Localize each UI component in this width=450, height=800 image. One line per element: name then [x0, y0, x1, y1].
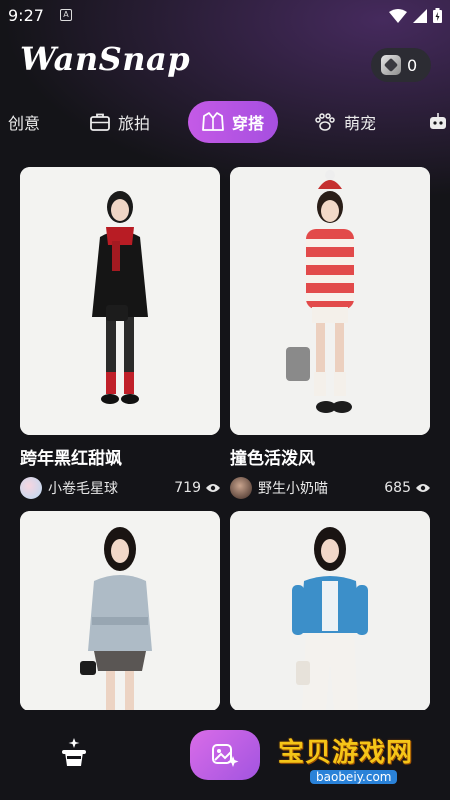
- coin-balance-button[interactable]: 0: [371, 48, 431, 82]
- watermark-text: 宝贝游戏网: [278, 738, 414, 768]
- avatar[interactable]: [230, 477, 252, 499]
- eye-icon: [416, 484, 430, 492]
- tab-robot[interactable]: [428, 101, 448, 143]
- card-title: 撞色活泼风: [230, 449, 315, 469]
- wifi-icon: [389, 8, 407, 23]
- tab-label: 创意: [8, 114, 41, 133]
- coin-count: 0: [407, 55, 418, 75]
- card-meta: 野生小奶喵 685: [230, 476, 430, 500]
- view-count: 719: [174, 480, 201, 496]
- outfit-photo: [20, 167, 220, 435]
- robot-icon: [430, 113, 446, 129]
- outfit-card[interactable]: [20, 511, 220, 711]
- author-name[interactable]: 小卷毛星球: [48, 478, 174, 498]
- outfit-card[interactable]: 跨年黑红甜飒 小卷毛星球 719: [20, 167, 220, 500]
- tab-label: 旅拍: [118, 114, 151, 133]
- tab-pets[interactable]: 萌宠: [314, 101, 376, 143]
- outfit-photo: [230, 511, 430, 711]
- outfit-card[interactable]: 撞色活泼风 野生小奶喵 685: [230, 167, 430, 500]
- image-sparkle-icon: [212, 744, 239, 767]
- notification-app-icon: A: [60, 9, 72, 21]
- outfit-photo: [20, 511, 220, 711]
- tab-outfit[interactable]: 穿搭: [188, 101, 279, 143]
- tab-travel[interactable]: 旅拍: [90, 101, 150, 143]
- tab-label: 萌宠: [344, 114, 377, 133]
- eye-icon: [206, 484, 220, 492]
- app-logo: WanSnap: [20, 40, 191, 78]
- status-bar: 9:27 A: [0, 0, 450, 32]
- magic-hat-icon: [62, 738, 86, 766]
- magic-hat-nav-button[interactable]: [60, 738, 88, 774]
- battery-icon: [433, 8, 442, 23]
- status-time: 9:27: [8, 6, 44, 25]
- outfit-photo: [230, 167, 430, 435]
- signal-icon: [413, 8, 427, 23]
- paw-icon: [315, 113, 335, 131]
- jacket-icon: [202, 112, 224, 131]
- avatar[interactable]: [20, 477, 42, 499]
- card-title: 跨年黑红甜飒: [20, 449, 122, 469]
- bottom-navigation: 宝贝游戏网 baobeiy.com: [0, 710, 450, 800]
- outfit-card[interactable]: [230, 511, 430, 711]
- coin-icon: [381, 55, 401, 75]
- site-watermark: 宝贝游戏网 baobeiy.com: [274, 730, 444, 790]
- tab-creative[interactable]: 创意: [8, 101, 40, 143]
- card-meta: 小卷毛星球 719: [20, 476, 220, 500]
- category-tabs: 创意 旅拍 穿搭 萌宠: [0, 101, 450, 143]
- tab-label: 穿搭: [232, 114, 265, 133]
- author-name[interactable]: 野生小奶喵: [258, 478, 384, 498]
- status-icons: [389, 8, 442, 23]
- create-button[interactable]: [190, 730, 260, 780]
- watermark-url: baobeiy.com: [310, 770, 398, 784]
- suitcase-icon: [90, 113, 110, 131]
- view-count: 685: [384, 480, 411, 496]
